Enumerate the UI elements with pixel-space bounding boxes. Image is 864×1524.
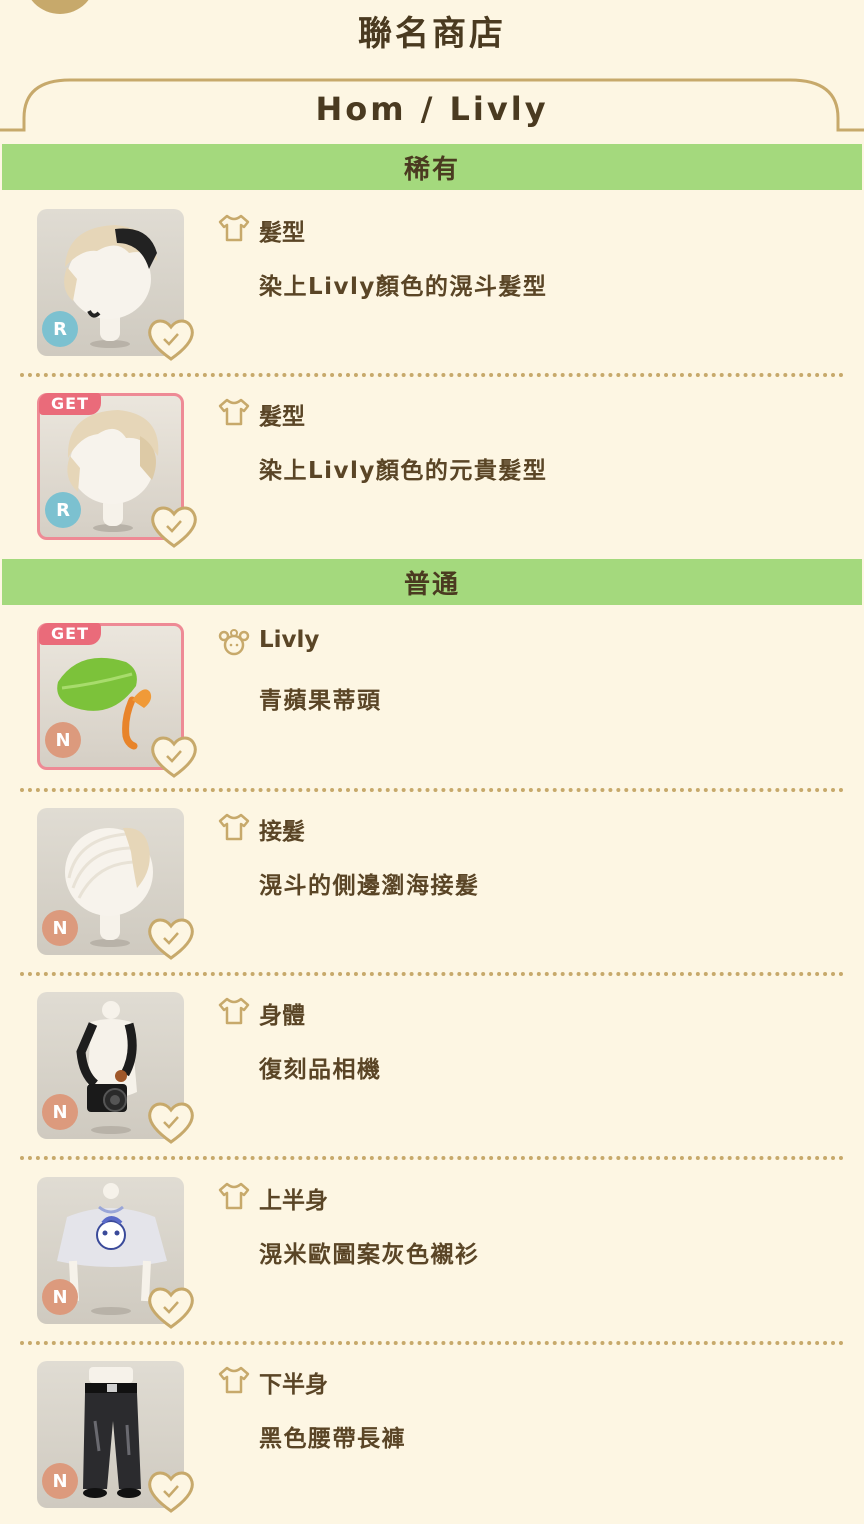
favorite-heart-icon[interactable] bbox=[145, 914, 197, 962]
section-header-rare: 稀有 bbox=[2, 144, 862, 190]
rarity-badge: N bbox=[42, 1094, 78, 1130]
shop-item[interactable]: N 下半身 黑色腰帶長褲 bbox=[0, 1361, 864, 1521]
item-category: 下半身 bbox=[259, 1372, 328, 1398]
rarity-badge: N bbox=[42, 1279, 78, 1315]
collab-tab-title: Hom / Livly bbox=[315, 90, 549, 128]
favorite-heart-icon[interactable] bbox=[145, 1283, 197, 1331]
shirt-icon bbox=[218, 214, 250, 242]
livly-icon bbox=[218, 629, 250, 656]
divider bbox=[20, 788, 844, 792]
shop-item[interactable]: N 上半身 滉米歐圖案灰色襯衫 bbox=[0, 1177, 864, 1337]
divider bbox=[20, 1341, 844, 1345]
favorite-heart-icon[interactable] bbox=[145, 1467, 197, 1515]
item-thumbnail[interactable]: N bbox=[37, 992, 194, 1144]
item-category: 身體 bbox=[259, 1003, 305, 1029]
item-thumbnail[interactable]: R bbox=[37, 209, 194, 361]
rarity-badge: N bbox=[45, 722, 81, 758]
rarity-badge: N bbox=[42, 910, 78, 946]
favorite-heart-icon[interactable] bbox=[148, 732, 200, 780]
shop-item[interactable]: GET R 髮型 染上Livly顏色的元貴髮型 bbox=[0, 393, 864, 553]
divider bbox=[20, 972, 844, 976]
item-name: 黑色腰帶長褲 bbox=[259, 1426, 406, 1452]
item-thumbnail[interactable]: N bbox=[37, 808, 194, 960]
shop-item[interactable]: R 髮型 染上Livly顏色的滉斗髮型 bbox=[0, 209, 864, 369]
item-thumbnail[interactable]: N bbox=[37, 1177, 194, 1329]
get-tag: GET bbox=[39, 623, 101, 645]
item-name: 染上Livly顏色的滉斗髮型 bbox=[259, 274, 548, 300]
item-name: 青蘋果蒂頭 bbox=[259, 688, 382, 714]
shirt-icon bbox=[218, 1182, 250, 1210]
section-header-common: 普通 bbox=[2, 559, 862, 605]
page-title: 聯名商店 bbox=[358, 14, 506, 54]
item-name: 染上Livly顏色的元貴髮型 bbox=[259, 458, 548, 484]
item-category: 髮型 bbox=[259, 404, 305, 430]
favorite-heart-icon[interactable] bbox=[145, 1098, 197, 1146]
rarity-badge: R bbox=[45, 492, 81, 528]
favorite-heart-icon[interactable] bbox=[148, 502, 200, 550]
shop-item[interactable]: N 身體 復刻品相機 bbox=[0, 992, 864, 1152]
rarity-badge: N bbox=[42, 1463, 78, 1499]
divider bbox=[20, 373, 844, 377]
shop-item[interactable]: N 接髮 滉斗的側邊瀏海接髮 bbox=[0, 808, 864, 968]
item-category: Livly bbox=[259, 627, 320, 653]
favorite-heart-icon[interactable] bbox=[145, 315, 197, 363]
get-tag: GET bbox=[39, 393, 101, 415]
item-thumbnail[interactable]: N bbox=[37, 1361, 194, 1513]
shirt-icon bbox=[218, 813, 250, 841]
item-name: 滉斗的側邊瀏海接髮 bbox=[259, 873, 480, 899]
item-name: 滉米歐圖案灰色襯衫 bbox=[259, 1242, 480, 1268]
shirt-icon bbox=[218, 997, 250, 1025]
item-category: 接髮 bbox=[259, 819, 305, 845]
item-thumbnail[interactable]: GET N bbox=[37, 623, 197, 778]
item-category: 上半身 bbox=[259, 1188, 328, 1214]
shirt-icon bbox=[218, 1366, 250, 1394]
rarity-badge: R bbox=[42, 311, 78, 347]
shop-item[interactable]: GET N Livly 青蘋果蒂頭 bbox=[0, 623, 864, 783]
divider bbox=[20, 1156, 844, 1160]
item-name: 復刻品相機 bbox=[259, 1057, 382, 1083]
item-thumbnail[interactable]: GET R bbox=[37, 393, 197, 548]
shirt-icon bbox=[218, 398, 250, 426]
item-category: 髮型 bbox=[259, 220, 305, 246]
